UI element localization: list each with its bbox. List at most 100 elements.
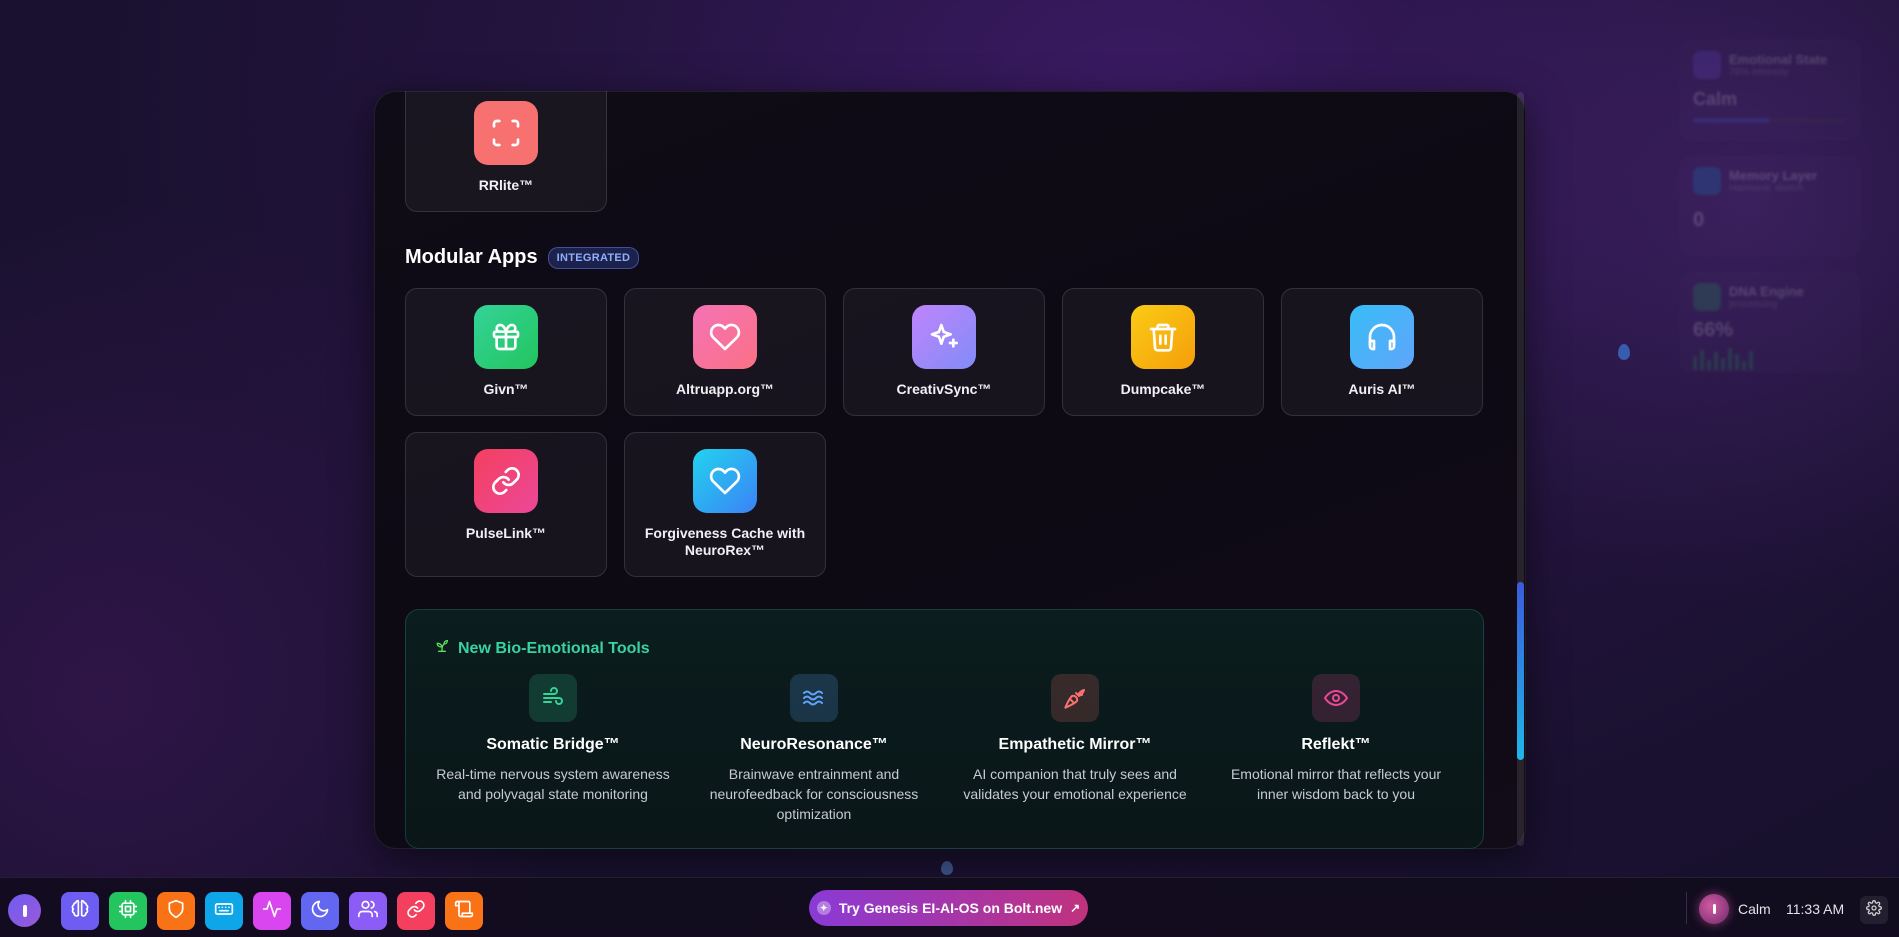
scrollbar[interactable] bbox=[1517, 92, 1524, 846]
carrot-icon bbox=[1051, 674, 1099, 722]
taskbar: ✦ Try Genesis EI-AI-OS on Bolt.new ↗ Cal… bbox=[0, 877, 1899, 937]
waveform bbox=[1693, 348, 1847, 370]
sparkle-icon: ✦ bbox=[816, 901, 831, 915]
section-title-modular-apps: Modular Apps INTEGRATED bbox=[405, 246, 640, 269]
sparkles-icon bbox=[912, 305, 976, 369]
divider bbox=[1686, 892, 1687, 924]
brain-icon bbox=[70, 899, 90, 924]
brain-icon bbox=[1693, 51, 1721, 79]
link-icon bbox=[474, 449, 538, 513]
scroll-thumb[interactable] bbox=[1517, 582, 1524, 760]
taskbar-activity-button[interactable] bbox=[253, 892, 291, 930]
side-widgets: Emotional State 78% intensity Calm Memory… bbox=[1680, 40, 1860, 388]
external-link-icon: ↗ bbox=[1070, 901, 1081, 915]
mood-orb[interactable] bbox=[1699, 894, 1729, 924]
tool-name: Reflekt™ bbox=[1301, 736, 1371, 753]
widget-title: Memory Layer bbox=[1729, 168, 1818, 183]
tool-reflekt[interactable]: Reflekt™ Emotional mirror that reflects … bbox=[1216, 674, 1456, 804]
widget-emotional-state: Emotional State 78% intensity Calm bbox=[1680, 40, 1860, 140]
tool-description: Emotional mirror that reflects your inne… bbox=[1230, 766, 1442, 802]
taskbar-scroll-button[interactable] bbox=[445, 892, 483, 930]
scan-icon bbox=[474, 101, 538, 165]
tool-description: Real-time nervous system awareness and p… bbox=[436, 766, 670, 802]
tool-name: Somatic Bridge™ bbox=[486, 736, 620, 753]
widget-title: Emotional State bbox=[1729, 52, 1828, 67]
tool-description: Brainwave entrainment and neurofeedback … bbox=[709, 766, 919, 822]
memory-icon bbox=[1693, 167, 1721, 195]
app-label: Dumpcake™ bbox=[1120, 381, 1206, 397]
taskbar-shield-button[interactable] bbox=[157, 892, 195, 930]
promo-label: Try Genesis EI-AI-OS on Bolt.new bbox=[838, 900, 1063, 916]
widget-dna-engine: DNA Engine processing 66% bbox=[1680, 272, 1860, 372]
bio-section-header: New Bio-Emotional Tools bbox=[434, 638, 650, 659]
app-card-altruapp[interactable]: Altruapp.org™ bbox=[624, 288, 826, 416]
link-icon bbox=[406, 899, 426, 924]
app-label: PulseLink™ bbox=[465, 525, 547, 541]
keyboard-icon bbox=[214, 899, 234, 924]
activity-icon bbox=[262, 899, 282, 924]
users-icon bbox=[358, 899, 379, 924]
app-card-dumpcake[interactable]: Dumpcake™ bbox=[1062, 288, 1264, 416]
app-card-givn[interactable]: Givn™ bbox=[405, 288, 607, 416]
app-label: CreativSync™ bbox=[896, 381, 992, 397]
cpu-icon bbox=[118, 899, 138, 924]
taskbar-users-button[interactable] bbox=[349, 892, 387, 930]
app-card-pulselink[interactable]: PulseLink™ bbox=[405, 432, 607, 577]
widget-subtitle: 78% intensity bbox=[1729, 67, 1789, 78]
widget-bar bbox=[1693, 118, 1847, 123]
waves-icon bbox=[790, 674, 838, 722]
floating-particle bbox=[941, 861, 953, 875]
widget-subtitle: Harmonic sketch bbox=[1729, 183, 1804, 194]
section-title: Modular Apps bbox=[405, 246, 538, 268]
taskbar-link-button[interactable] bbox=[397, 892, 435, 930]
settings-button[interactable] bbox=[1860, 896, 1888, 924]
app-card-auris-ai[interactable]: Auris AI™ bbox=[1281, 288, 1483, 416]
taskbar-keyboard-button[interactable] bbox=[205, 892, 243, 930]
tool-name: NeuroResonance™ bbox=[740, 736, 888, 753]
tool-somatic-bridge[interactable]: Somatic Bridge™ Real-time nervous system… bbox=[433, 674, 673, 804]
shield-icon bbox=[166, 899, 186, 924]
widget-title: DNA Engine bbox=[1729, 284, 1804, 299]
start-button[interactable] bbox=[8, 894, 41, 927]
mood-label: Calm bbox=[1738, 901, 1771, 917]
app-label: Givn™ bbox=[483, 381, 529, 397]
app-card-creativsync[interactable]: CreativSync™ bbox=[843, 288, 1045, 416]
tool-name: Empathetic Mirror™ bbox=[998, 736, 1152, 753]
widget-value: Calm bbox=[1693, 89, 1738, 109]
tool-neuroresonance[interactable]: NeuroResonance™ Brainwave entrainment an… bbox=[694, 674, 934, 824]
gear-icon bbox=[1866, 899, 1882, 921]
trash-icon bbox=[1131, 305, 1195, 369]
eye-icon bbox=[1312, 674, 1360, 722]
bio-section-title: New Bio-Emotional Tools bbox=[458, 639, 650, 657]
app-label: RRlite™ bbox=[478, 177, 534, 193]
heart-icon bbox=[693, 449, 757, 513]
clock: 11:33 AM bbox=[1786, 901, 1845, 917]
widget-value: 0 bbox=[1693, 209, 1705, 231]
mic-icon bbox=[1712, 904, 1716, 914]
taskbar-brain-button[interactable] bbox=[61, 892, 99, 930]
mic-icon bbox=[22, 904, 27, 917]
integrated-badge: INTEGRATED bbox=[547, 246, 640, 269]
taskbar-moon-button[interactable] bbox=[301, 892, 339, 930]
app-card-rrlite[interactable]: RRlite™ bbox=[405, 91, 607, 212]
headphones-icon bbox=[1350, 305, 1414, 369]
wind-icon bbox=[529, 674, 577, 722]
sprout-icon bbox=[434, 638, 450, 659]
dna-icon bbox=[1693, 283, 1721, 311]
taskbar-cpu-button[interactable] bbox=[109, 892, 147, 930]
scroll-icon bbox=[454, 899, 474, 924]
app-card-forgiveness-cache[interactable]: Forgiveness Cache with NeuroRex™ bbox=[624, 432, 826, 577]
tool-empathetic-mirror[interactable]: Empathetic Mirror™ AI companion that tru… bbox=[955, 674, 1195, 804]
app-label: Altruapp.org™ bbox=[676, 381, 774, 397]
floating-particle bbox=[1618, 344, 1630, 360]
bolt-promo-button[interactable]: ✦ Try Genesis EI-AI-OS on Bolt.new ↗ bbox=[809, 890, 1088, 926]
gift-icon bbox=[474, 305, 538, 369]
heart-icon bbox=[693, 305, 757, 369]
widget-subtitle: processing bbox=[1729, 299, 1778, 310]
app-label: Forgiveness Cache with NeuroRex™ bbox=[644, 525, 806, 558]
widget-value: 66% bbox=[1693, 319, 1734, 341]
bio-emotional-tools-section: New Bio-Emotional Tools Somatic Bridge™ … bbox=[405, 609, 1484, 849]
moon-icon bbox=[310, 899, 330, 924]
tool-description: AI companion that truly sees and validat… bbox=[963, 766, 1187, 802]
app-label: Auris AI™ bbox=[1348, 381, 1416, 397]
